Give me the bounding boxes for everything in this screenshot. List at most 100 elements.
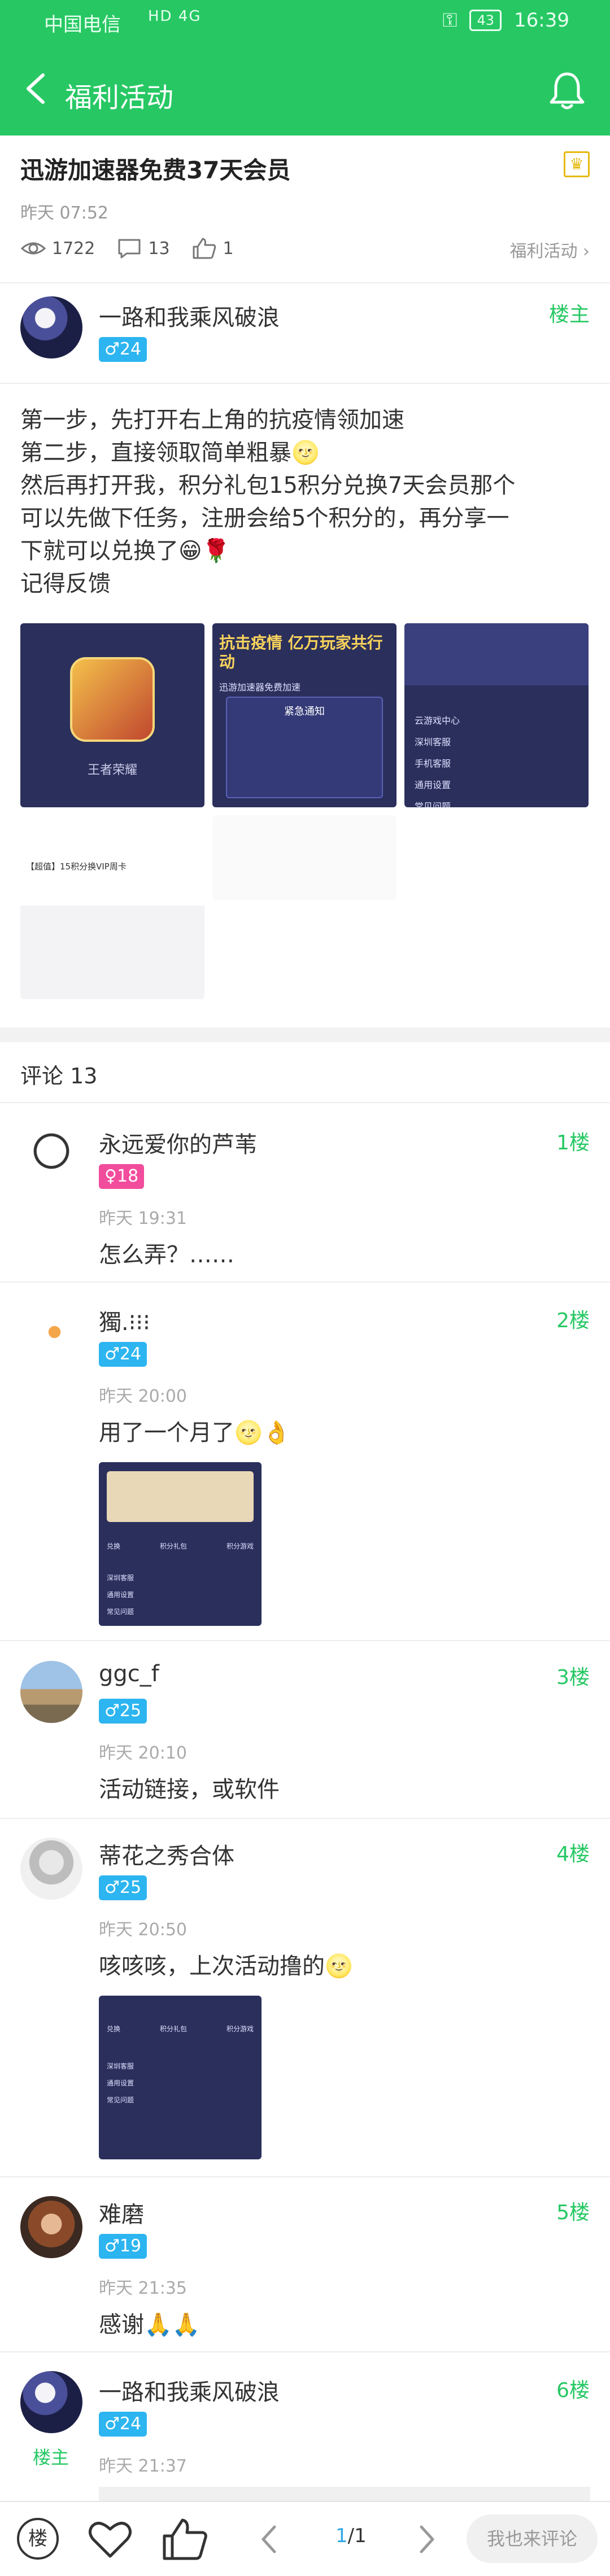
avatar[interactable] [20,2371,82,2433]
landlord-tag: 楼主 [33,2447,69,2468]
comment-time: 昨天 21:37 [99,2456,187,2476]
level-badge: ♂19 [99,2234,147,2259]
commenter-name[interactable]: 永远爱你的芦苇 [99,1126,257,1159]
floor-number: 1楼 [556,1131,590,1154]
floor-number: 4楼 [556,1843,590,1866]
avatar[interactable] [20,1838,82,1900]
bell-icon[interactable] [544,68,590,113]
comment-time: 昨天 20:50 [99,1920,187,1940]
divider [0,383,610,384]
floor-jump-button[interactable]: 楼 [17,2518,59,2560]
post-image-exchange[interactable]: 【超值】15积分换VIP周卡 [20,815,204,999]
chevron-right-icon: › [583,242,590,261]
page-title: 福利活动 [65,82,174,113]
divider [0,1282,610,1283]
level-badge: ♂25 [99,1875,147,1900]
comment-text: 怎么弄？…… [99,1242,234,1268]
commenter-name[interactable]: 难磨 [99,2196,144,2229]
menu-list: 云游戏中心 深圳客服 手机客服 通用设置 常见问题 [415,715,460,807]
comment-placeholder-block [99,2487,590,2501]
likes-stat[interactable]: 1 [191,237,234,260]
shot-row: 兑换 积分礼包 积分游戏 [107,1542,254,1550]
category-link[interactable]: 福利活动 › [509,237,590,262]
level-badge: ♀18 [99,1164,145,1189]
chevron-left-icon[interactable] [259,2522,279,2556]
comment-text: 活动链接，或软件 [99,1777,280,1803]
avatar[interactable] [20,296,82,358]
commenter-name[interactable]: ggc_f [99,1661,159,1687]
comment-text: 感谢🙏🙏 [99,2312,201,2338]
comments-title: 评论 13 [20,1064,98,1088]
heart-icon[interactable] [88,2519,133,2560]
level-badge: ♂25 [99,1699,147,1724]
promo-sub: 迅游加速器免费加速 [219,682,301,693]
avatar[interactable] [20,1126,82,1188]
comments-stat[interactable]: 13 [116,237,170,260]
floor-number: 6楼 [556,2379,590,2402]
category-label: 福利活动 [509,242,578,261]
content-line: 然后再打开我，积分礼包15积分兑换7天会员那个 [20,473,516,498]
comment-time: 昨天 20:00 [99,1387,187,1406]
content-line: 第一步，先打开右上角的抗疫情领加速 [20,407,404,433]
notice-box: 紧急通知 [226,697,383,798]
comment-image[interactable]: 兑换 积分礼包 积分游戏 深圳客服 通用设置 常见问题 [99,1996,262,2159]
post-image-game[interactable]: 王者荣耀 [20,623,204,807]
divider [0,1102,610,1103]
shot-list: 深圳客服 通用设置 常见问题 [107,2062,134,2104]
shot-list: 深圳客服 通用设置 常见问题 [107,1574,134,1616]
reply-input[interactable]: 我也来评论 [467,2514,598,2563]
divider [0,2176,610,2177]
floor-number: 3楼 [556,1666,590,1689]
content-line: 下就可以兑换了😁🌹 [20,538,230,564]
post-time: 昨天 07:52 [20,203,108,223]
divider [0,2351,610,2352]
comment-time: 昨天 19:31 [99,1209,187,1228]
post-content: 第一步，先打开右上角的抗疫情领加速 第二步，直接领取简单粗暴🌝 然后再打开我，积… [20,404,591,600]
level-badge: ♂24 [99,337,147,362]
avatar[interactable] [20,2196,82,2258]
floor-number: 2楼 [556,1309,590,1332]
avatar[interactable] [20,1661,82,1723]
divider [0,1640,610,1641]
commenter-name[interactable]: 一路和我乘风破浪 [99,2374,280,2407]
notice-title: 紧急通知 [284,706,325,718]
bottom-toolbar: 楼 1/1 我也来评论 [0,2501,610,2576]
exchange-label: 【超值】15积分换VIP周卡 [26,861,127,872]
comments-count: 13 [148,238,170,259]
divider [0,1818,610,1819]
thumb-up-icon [193,238,216,259]
chevron-right-icon[interactable] [417,2522,437,2556]
views-stat: 1722 [20,237,95,260]
shot-row: 兑换 积分礼包 积分游戏 [107,2025,254,2033]
views-count: 1722 [52,238,95,259]
level-badge: ♂24 [99,2412,147,2437]
commenter-name[interactable]: 獨.⁝⁝⁝ [99,1304,150,1337]
commenter-name[interactable]: 蒂花之秀合体 [99,1838,234,1870]
signal-indicator: HD 4G [148,8,202,25]
status-bar: 中国电信 HD 4G ⚿ 43 16:39 [0,0,610,74]
divider [0,282,610,283]
post-image-promo[interactable]: 抗击疫情 亿万玩家共行动 迅游加速器免费加速 紧急通知 [212,623,396,807]
level-badge: ♂24 [99,1342,147,1367]
comment-time: 昨天 20:10 [99,1743,187,1763]
likes-count: 1 [223,238,234,259]
page-indicator: 1/1 [336,2525,367,2547]
app-header: 福利活动 [0,42,610,135]
content-line: 可以先做下任务，注册会给5个积分的，再分享一 [20,505,509,531]
author-name[interactable]: 一路和我乘风破浪 [99,299,280,332]
thumb-up-icon[interactable] [161,2517,208,2561]
avatar[interactable] [20,1304,82,1366]
comment-text: 咳咳咳，上次活动撸的🌝 [99,1953,353,1979]
comment-text: 用了一个月了🌝👌 [99,1420,291,1446]
image-label: 王者荣耀 [87,763,137,777]
back-icon[interactable] [21,72,50,106]
carrier-label: 中国电信 [44,14,121,36]
crown-icon: ♛ [564,151,590,177]
eye-icon [20,242,46,255]
section-gap [0,1027,610,1042]
comment-image[interactable]: 兑换 积分礼包 积分游戏 深圳客服 通用设置 常见问题 [99,1462,262,1626]
post-image-partial[interactable] [212,815,396,900]
comment-time: 昨天 21:35 [99,2278,187,2298]
post-image-menu[interactable]: 云游戏中心 深圳客服 手机客服 通用设置 常见问题 [404,623,589,807]
landlord-tag: 楼主 [548,303,590,326]
